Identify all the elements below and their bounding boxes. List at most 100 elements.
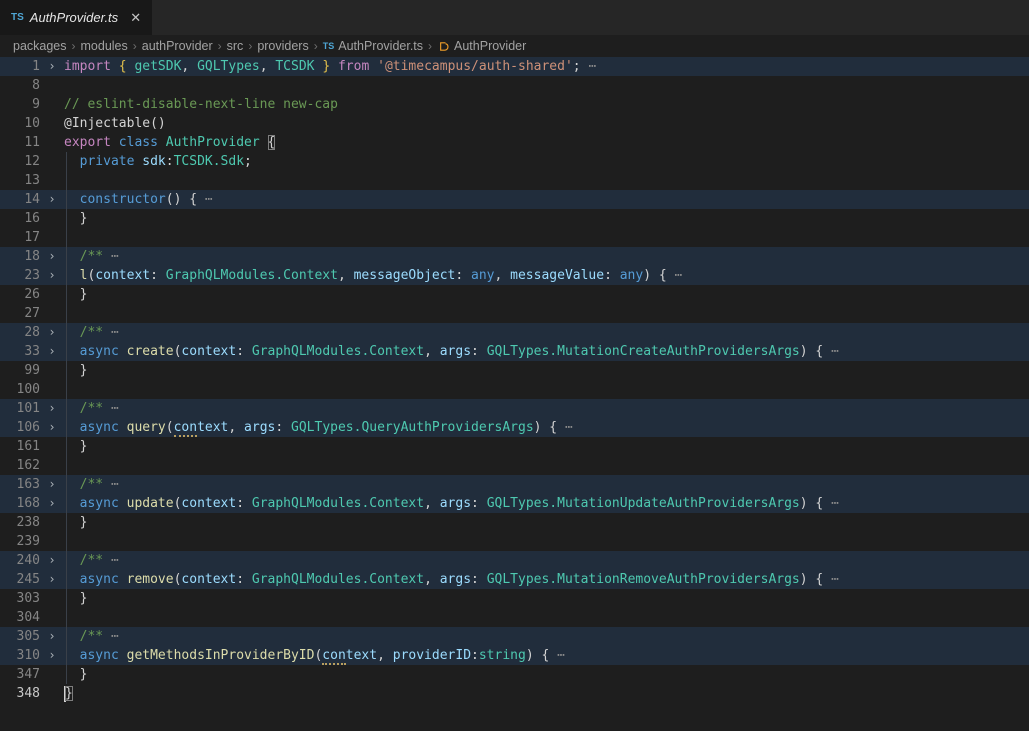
line-number[interactable]: 347 <box>0 665 40 684</box>
line-number[interactable]: 101 <box>0 399 40 418</box>
code-line-33[interactable]: 33› async create(context: GraphQLModules… <box>0 342 1029 361</box>
code-line-8[interactable]: 8 <box>0 76 1029 95</box>
tab-authprovider[interactable]: TS AuthProvider.ts ✕ <box>0 0 152 35</box>
line-number[interactable]: 10 <box>0 114 40 133</box>
line-number[interactable]: 304 <box>0 608 40 627</box>
code-line-168[interactable]: 168› async update(context: GraphQLModule… <box>0 494 1029 513</box>
code-line-23[interactable]: 23› l(context: GraphQLModules.Context, m… <box>0 266 1029 285</box>
line-number[interactable]: 33 <box>0 342 40 361</box>
fold-chevron-icon[interactable]: › <box>40 57 64 76</box>
line-number[interactable]: 27 <box>0 304 40 323</box>
line-number[interactable]: 23 <box>0 266 40 285</box>
code-line-9[interactable]: 9// eslint-disable-next-line new-cap <box>0 95 1029 114</box>
code-line-304[interactable]: 304 <box>0 608 1029 627</box>
fold-chevron-icon[interactable]: › <box>40 266 64 285</box>
code-line-238[interactable]: 238 } <box>0 513 1029 532</box>
line-number[interactable]: 100 <box>0 380 40 399</box>
code-line-99[interactable]: 99 } <box>0 361 1029 380</box>
code-line-27[interactable]: 27 <box>0 304 1029 323</box>
line-number[interactable]: 18 <box>0 247 40 266</box>
code-line-14[interactable]: 14› constructor() { ⋯ <box>0 190 1029 209</box>
code-line-347[interactable]: 347 } <box>0 665 1029 684</box>
line-number[interactable]: 239 <box>0 532 40 551</box>
code-line-1[interactable]: 1›import { getSDK, GQLTypes, TCSDK } fro… <box>0 57 1029 76</box>
fold-chevron-icon[interactable]: › <box>40 475 64 494</box>
breadcrumb-item-authprovider[interactable]: AuthProvider <box>437 39 526 53</box>
code-content: } <box>64 209 1029 228</box>
line-number[interactable]: 310 <box>0 646 40 665</box>
fold-chevron-icon[interactable]: › <box>40 247 64 266</box>
fold-chevron-icon[interactable]: › <box>40 190 64 209</box>
breadcrumb-item-src[interactable]: src <box>227 39 244 53</box>
line-number[interactable]: 17 <box>0 228 40 247</box>
fold-chevron-icon[interactable]: › <box>40 494 64 513</box>
code-line-161[interactable]: 161 } <box>0 437 1029 456</box>
breadcrumb-item-authprovider[interactable]: authProvider <box>142 39 213 53</box>
code-line-13[interactable]: 13 <box>0 171 1029 190</box>
code-line-101[interactable]: 101› /** ⋯ <box>0 399 1029 418</box>
line-number[interactable]: 11 <box>0 133 40 152</box>
line-number[interactable]: 28 <box>0 323 40 342</box>
line-number[interactable]: 16 <box>0 209 40 228</box>
breadcrumb-item-modules[interactable]: modules <box>81 39 128 53</box>
code-line-163[interactable]: 163› /** ⋯ <box>0 475 1029 494</box>
code-line-26[interactable]: 26 } <box>0 285 1029 304</box>
code-line-303[interactable]: 303 } <box>0 589 1029 608</box>
line-number[interactable]: 238 <box>0 513 40 532</box>
fold-chevron-icon[interactable]: › <box>40 551 64 570</box>
code-line-10[interactable]: 10@Injectable() <box>0 114 1029 133</box>
code-line-12[interactable]: 12 private sdk:TCSDK.Sdk; <box>0 152 1029 171</box>
code-line-305[interactable]: 305› /** ⋯ <box>0 627 1029 646</box>
line-number[interactable]: 106 <box>0 418 40 437</box>
code-line-16[interactable]: 16 } <box>0 209 1029 228</box>
line-number[interactable]: 303 <box>0 589 40 608</box>
fold-chevron-icon[interactable]: › <box>40 646 64 665</box>
fold-chevron-icon[interactable]: › <box>40 323 64 342</box>
line-number[interactable]: 99 <box>0 361 40 380</box>
fold-chevron-icon[interactable]: › <box>40 399 64 418</box>
line-number[interactable]: 9 <box>0 95 40 114</box>
line-number[interactable]: 1 <box>0 57 40 76</box>
code-content <box>64 76 1029 95</box>
line-number[interactable]: 240 <box>0 551 40 570</box>
code-line-106[interactable]: 106› async query(context, args: GQLTypes… <box>0 418 1029 437</box>
code-token: TCSDK <box>275 59 314 74</box>
code-tokens: async remove(context: GraphQLModules.Con… <box>64 572 839 587</box>
code-line-18[interactable]: 18› /** ⋯ <box>0 247 1029 266</box>
code-token: : <box>471 344 487 359</box>
fold-chevron-icon[interactable]: › <box>40 342 64 361</box>
line-number[interactable]: 161 <box>0 437 40 456</box>
fold-chevron-icon[interactable]: › <box>40 627 64 646</box>
code-line-11[interactable]: 11export class AuthProvider { <box>0 133 1029 152</box>
code-line-100[interactable]: 100 <box>0 380 1029 399</box>
line-number[interactable]: 245 <box>0 570 40 589</box>
code-content: constructor() { ⋯ <box>64 190 1029 209</box>
line-number[interactable]: 8 <box>0 76 40 95</box>
breadcrumb-item-authprovider-ts[interactable]: TSAuthProvider.ts <box>323 39 423 53</box>
line-number[interactable]: 162 <box>0 456 40 475</box>
line-number[interactable]: 305 <box>0 627 40 646</box>
code-line-310[interactable]: 310› async getMethodsInProviderByID(cont… <box>0 646 1029 665</box>
code-line-245[interactable]: 245› async remove(context: GraphQLModule… <box>0 570 1029 589</box>
close-icon[interactable]: ✕ <box>130 10 141 26</box>
code-editor[interactable]: 1›import { getSDK, GQLTypes, TCSDK } fro… <box>0 57 1029 731</box>
code-line-28[interactable]: 28› /** ⋯ <box>0 323 1029 342</box>
line-number[interactable]: 12 <box>0 152 40 171</box>
code-tokens: /** ⋯ <box>64 325 119 340</box>
code-token: async <box>80 572 119 587</box>
code-line-162[interactable]: 162 <box>0 456 1029 475</box>
line-number[interactable]: 14 <box>0 190 40 209</box>
breadcrumb-item-packages[interactable]: packages <box>13 39 67 53</box>
code-line-17[interactable]: 17 <box>0 228 1029 247</box>
code-line-239[interactable]: 239 <box>0 532 1029 551</box>
fold-chevron-icon[interactable]: › <box>40 418 64 437</box>
line-number[interactable]: 163 <box>0 475 40 494</box>
code-line-240[interactable]: 240› /** ⋯ <box>0 551 1029 570</box>
line-number[interactable]: 168 <box>0 494 40 513</box>
code-line-348[interactable]: 348} <box>0 684 1029 703</box>
breadcrumb-item-providers[interactable]: providers <box>257 39 308 53</box>
fold-chevron-icon[interactable]: › <box>40 570 64 589</box>
line-number[interactable]: 348 <box>0 684 40 703</box>
line-number[interactable]: 26 <box>0 285 40 304</box>
line-number[interactable]: 13 <box>0 171 40 190</box>
